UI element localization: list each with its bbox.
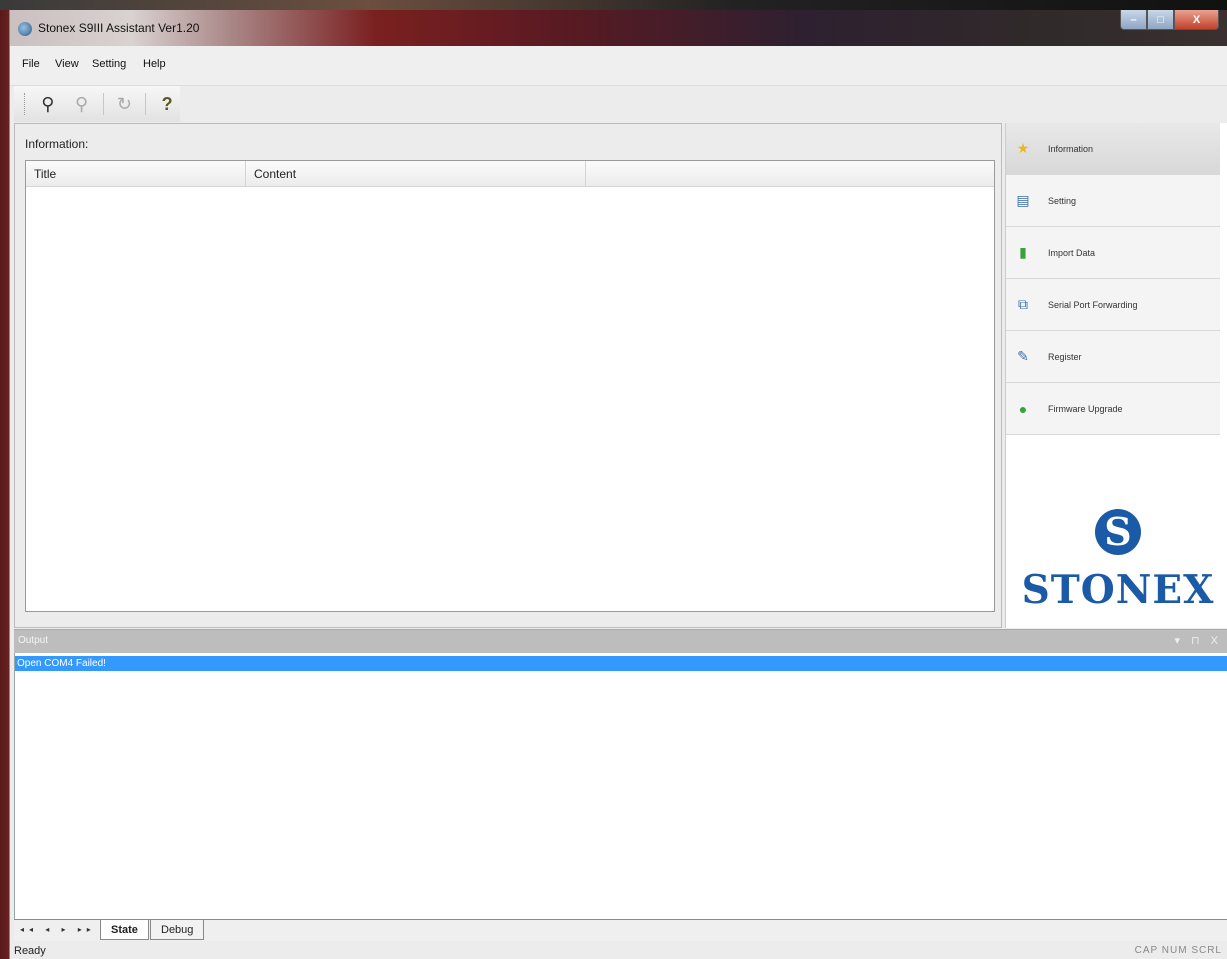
column-content[interactable]: Content xyxy=(246,161,586,187)
app-window: Stonex S9III Assistant Ver1.20 – □ X Fil… xyxy=(9,10,1227,959)
disconnect-icon[interactable]: ⚲ xyxy=(69,91,95,117)
output-title: Output xyxy=(18,635,49,646)
sidebar-item-label: Serial Port Forwarding xyxy=(1048,299,1138,310)
keyboard-indicators: CAP NUM SCRL xyxy=(1134,945,1222,956)
status-bar: Ready CAP NUM SCRL xyxy=(10,941,1227,959)
register-icon: ✎ xyxy=(1017,348,1029,364)
sidebar-item-serial-port-forwarding[interactable]: ⧉ Serial Port Forwarding xyxy=(1006,279,1220,331)
output-log[interactable]: Open COM4 Failed! xyxy=(14,653,1227,919)
menu-view[interactable]: View xyxy=(55,58,79,70)
sidebar-item-label: Information xyxy=(1048,143,1094,154)
menu-file[interactable]: File xyxy=(22,58,40,70)
information-table[interactable]: Title Content xyxy=(25,160,995,612)
column-empty[interactable] xyxy=(586,161,994,187)
connect-icon[interactable]: ⚲ xyxy=(35,91,61,117)
refresh-icon[interactable]: ↻ xyxy=(112,91,138,117)
window-title: Stonex S9III Assistant Ver1.20 xyxy=(38,21,200,35)
toolbar-grip[interactable] xyxy=(24,93,27,115)
output-panel-header[interactable]: Output ▾ ⊓ X xyxy=(14,629,1227,653)
menu-help[interactable]: Help xyxy=(143,58,166,70)
serial-port-icon: ⧉ xyxy=(1018,296,1028,312)
sidebar-item-register[interactable]: ✎ Register xyxy=(1006,331,1220,383)
maximize-button[interactable]: □ xyxy=(1147,10,1174,30)
log-line[interactable]: Open COM4 Failed! xyxy=(15,656,1227,671)
navigation-sidebar: ★ Information ▤ Setting ▮ Import Data ⧉ … xyxy=(1005,123,1227,628)
information-panel: Information: Title Content xyxy=(14,123,1002,628)
app-icon xyxy=(18,22,32,36)
sidebar-item-firmware-upgrade[interactable]: ● Firmware Upgrade xyxy=(1006,383,1220,435)
sidebar-item-label: Setting xyxy=(1048,195,1077,206)
import-icon: ▮ xyxy=(1019,244,1027,260)
toolbar-separator xyxy=(145,93,147,115)
help-icon[interactable]: ? xyxy=(154,91,180,117)
menu-setting[interactable]: Setting xyxy=(92,58,126,70)
table-header: Title Content xyxy=(26,161,994,187)
close-button[interactable]: X xyxy=(1174,10,1219,30)
tab-state[interactable]: State xyxy=(100,920,149,940)
settings-icon: ▤ xyxy=(1016,192,1030,208)
sidebar-item-label: Register xyxy=(1048,351,1082,362)
caption-buttons: – □ X xyxy=(1120,10,1219,32)
stonex-logo-text: STONEX xyxy=(1021,567,1215,613)
tab-debug[interactable]: Debug xyxy=(150,920,205,940)
stonex-logo: S STONEX xyxy=(1012,509,1224,613)
title-bar[interactable]: Stonex S9III Assistant Ver1.20 – □ X xyxy=(10,10,1227,46)
sidebar-item-label: Firmware Upgrade xyxy=(1048,403,1123,414)
column-title[interactable]: Title xyxy=(26,161,246,187)
stonex-logo-mark: S xyxy=(1095,509,1141,555)
output-panel-controls[interactable]: ▾ ⊓ X xyxy=(1174,634,1222,647)
status-text: Ready xyxy=(14,945,46,957)
minimize-button[interactable]: – xyxy=(1120,10,1147,30)
toolbar: ⚲ ⚲ ↻ ? xyxy=(14,86,180,122)
toolbar-separator xyxy=(102,93,104,115)
star-icon: ★ xyxy=(1016,140,1030,156)
sidebar-item-information[interactable]: ★ Information xyxy=(1006,123,1220,175)
information-label: Information: xyxy=(25,137,89,151)
upgrade-icon: ● xyxy=(1018,400,1028,417)
sidebar-item-label: Import Data xyxy=(1048,247,1096,258)
menu-bar: File View Setting Help xyxy=(10,46,1227,86)
output-tabs: ◂◂ ◂ ▸ ▸▸ State Debug xyxy=(14,919,1227,941)
sidebar-item-import-data[interactable]: ▮ Import Data xyxy=(1006,227,1220,279)
desktop-background xyxy=(0,0,1227,10)
sidebar-item-setting[interactable]: ▤ Setting xyxy=(1006,175,1220,227)
tab-navigation-arrows[interactable]: ◂◂ ◂ ▸ ▸▸ xyxy=(20,925,96,934)
